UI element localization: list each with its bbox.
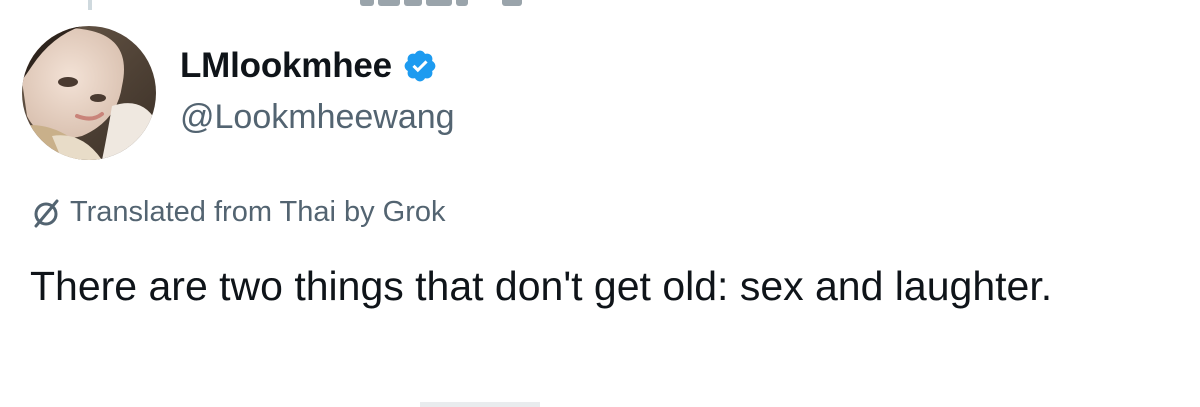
cropped-emoji-row [360,0,522,6]
tweet-text: There are two things that don't get old:… [30,263,1053,309]
grok-icon [34,199,59,227]
translation-note-label: Translated from Thai by Grok [70,196,446,228]
previous-tweet-crop [0,0,1200,10]
translation-note[interactable]: Translated from Thai by Grok [30,196,446,229]
author-handle[interactable]: @Lookmheewang [180,98,455,137]
avatar-image [22,26,156,160]
verified-badge-icon [404,50,436,82]
author-name-row[interactable]: LMlookmhee [180,42,438,90]
tweet-card: LMlookmhee @Lookmheewang Translated from… [0,0,1200,407]
thread-line [88,0,92,10]
display-name[interactable]: LMlookmhee [180,46,392,86]
next-content-crop [420,402,540,407]
avatar[interactable] [22,26,156,160]
